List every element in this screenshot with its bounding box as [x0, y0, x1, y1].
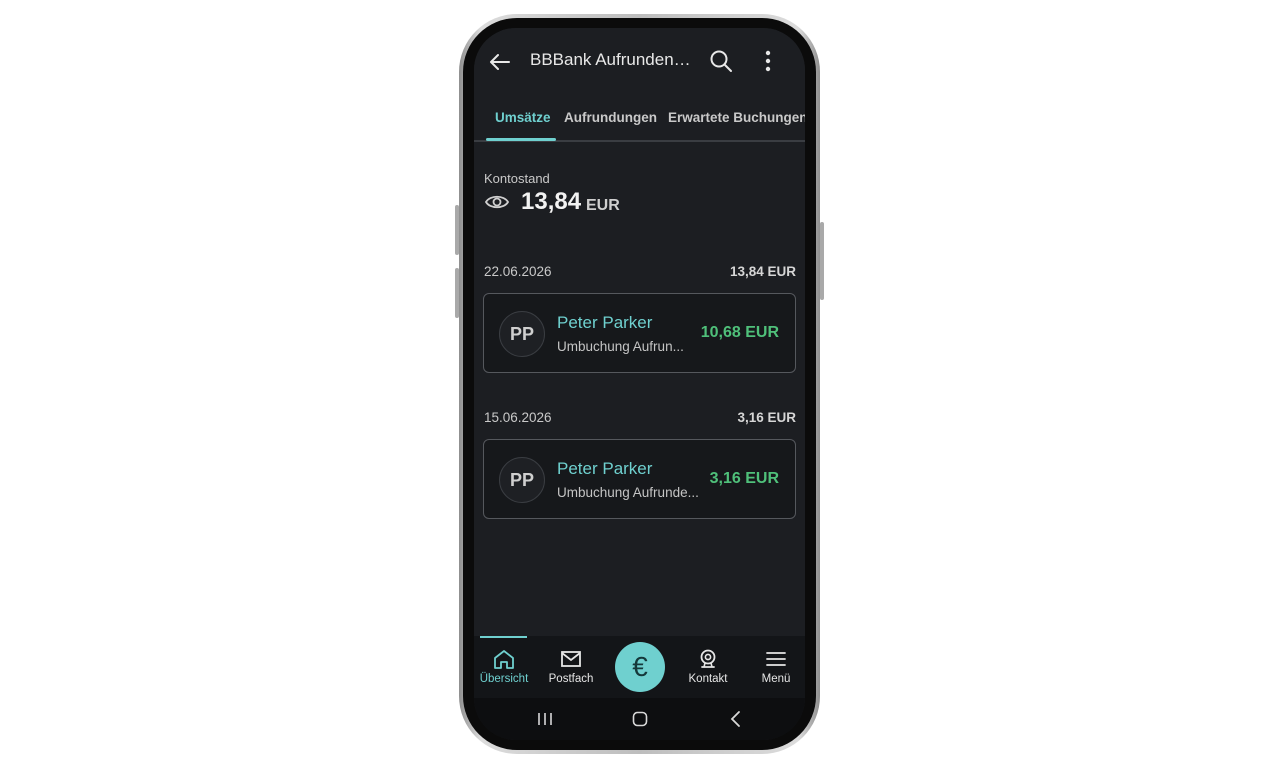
nav-kontakt[interactable]: Kontakt [678, 648, 738, 694]
transaction-description: Umbuchung Aufrun... [557, 339, 684, 354]
transaction-name: Peter Parker [557, 459, 653, 478]
volume-down-button [455, 268, 459, 318]
more-options-button[interactable] [756, 47, 780, 75]
menu-icon [766, 652, 786, 666]
transaction-date: 15.06.2026 [484, 410, 552, 425]
nav-uebersicht[interactable]: Übersicht [474, 648, 534, 694]
transaction-amount: 3,16 EUR [709, 470, 779, 487]
nav-label: Kontakt [688, 673, 728, 685]
date-row: 15.06.2026 3,16 EUR [484, 410, 796, 428]
nav-postfach[interactable]: Postfach [541, 648, 601, 694]
mail-icon [561, 651, 581, 667]
transaction-description: Umbuchung Aufrunde... [557, 485, 699, 500]
arrow-left-icon [490, 54, 510, 70]
home-system-button[interactable] [627, 708, 653, 730]
daily-total: 3,16 EUR [737, 410, 796, 425]
nav-menue[interactable]: Menü [746, 648, 805, 694]
chevron-left-icon [730, 711, 740, 727]
home-circle-icon [632, 711, 648, 727]
tab-umsaetze[interactable]: Umsätze [495, 110, 551, 125]
system-navigation-bar [474, 698, 805, 740]
eye-icon[interactable] [484, 191, 510, 213]
balance-value: 13,84 [521, 188, 582, 215]
nav-label: Übersicht [479, 673, 529, 685]
avatar: PP [499, 311, 545, 357]
back-button[interactable] [486, 48, 514, 76]
transaction-amount: 10,68 EUR [700, 324, 779, 341]
transaction-card[interactable]: PP Peter Parker Umbuchung Aufrunde... 3,… [483, 439, 796, 519]
back-system-button[interactable] [723, 708, 749, 730]
nav-label: Postfach [548, 673, 594, 685]
transaction-date: 22.06.2026 [484, 264, 552, 279]
search-icon [710, 50, 732, 72]
top-app-bar: BBBank AufrundenPl... [474, 28, 805, 96]
power-button [820, 222, 824, 300]
tab-bar: Umsätze Aufrundungen Erwartete Buchungen [474, 96, 805, 142]
search-button[interactable] [707, 47, 735, 75]
active-nav-indicator [480, 636, 527, 638]
page-title: BBBank AufrundenPl... [530, 50, 702, 69]
balance-label: Kontostand [484, 171, 550, 186]
nav-label: Menü [761, 673, 791, 685]
recent-apps-icon [538, 713, 552, 725]
tab-aufrundungen[interactable]: Aufrundungen [564, 110, 657, 125]
transaction-card[interactable]: PP Peter Parker Umbuchung Aufrun... 10,6… [483, 293, 796, 373]
avatar: PP [499, 457, 545, 503]
volume-up-button [455, 205, 459, 255]
active-tab-indicator [486, 138, 556, 141]
bottom-navigation: Übersicht Postfach € Kontakt Menü [474, 636, 805, 698]
contact-icon [700, 649, 716, 668]
daily-total: 13,84 EUR [729, 264, 796, 279]
tab-erwartete-buchungen[interactable]: Erwartete Buchungen [668, 110, 805, 125]
transaction-name: Peter Parker [557, 313, 653, 332]
recent-apps-button[interactable] [532, 708, 558, 730]
home-icon [494, 650, 514, 669]
euro-action-button[interactable]: € [615, 642, 665, 692]
balance-currency: EUR [586, 197, 620, 214]
app-screen: BBBank AufrundenPl... Umsätze Aufrundung… [474, 28, 805, 740]
date-row: 22.06.2026 13,84 EUR [484, 264, 796, 282]
more-vertical-icon [765, 50, 771, 72]
